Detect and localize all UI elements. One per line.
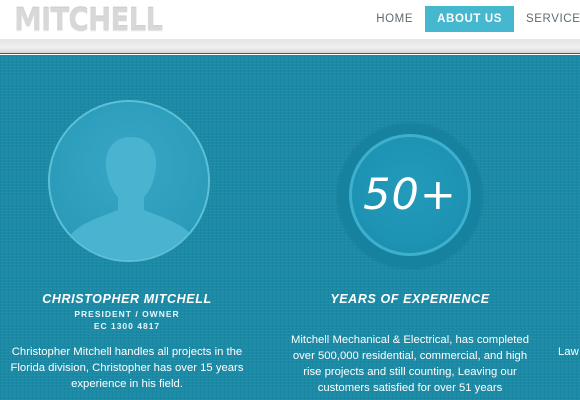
nav-about-us[interactable]: ABOUT US xyxy=(425,6,514,32)
site-logo[interactable]: MITCHELL xyxy=(14,2,163,38)
person-license: EC 1300 4817 xyxy=(93,321,161,331)
third-column-text: Law xyxy=(558,346,579,358)
header-paper-strip xyxy=(0,40,580,54)
site-header: MITCHELL HOME ABOUT US SERVICES xyxy=(0,0,580,40)
avatar xyxy=(48,100,210,262)
years-number: 50+ xyxy=(363,170,457,220)
experience-description: Mitchell Mechanical & Electrical, has co… xyxy=(291,334,529,394)
nav-services[interactable]: SERVICES xyxy=(514,6,580,32)
experience-title: YEARS OF EXPERIENCE xyxy=(330,292,490,306)
nav-home[interactable]: HOME xyxy=(364,6,425,32)
person-name: CHRISTOPHER MITCHELL xyxy=(42,292,212,306)
person-bio: Christopher Mitchell handles all project… xyxy=(10,346,244,390)
main-nav: HOME ABOUT US SERVICES xyxy=(364,6,580,32)
person-silhouette-icon xyxy=(70,137,192,260)
about-section: 50+ CHRISTOPHER MITCHELL PRESIDENT / OWN… xyxy=(0,55,580,400)
years-badge: 50+ xyxy=(349,134,471,256)
person-role: PRESIDENT / OWNER xyxy=(74,309,180,319)
